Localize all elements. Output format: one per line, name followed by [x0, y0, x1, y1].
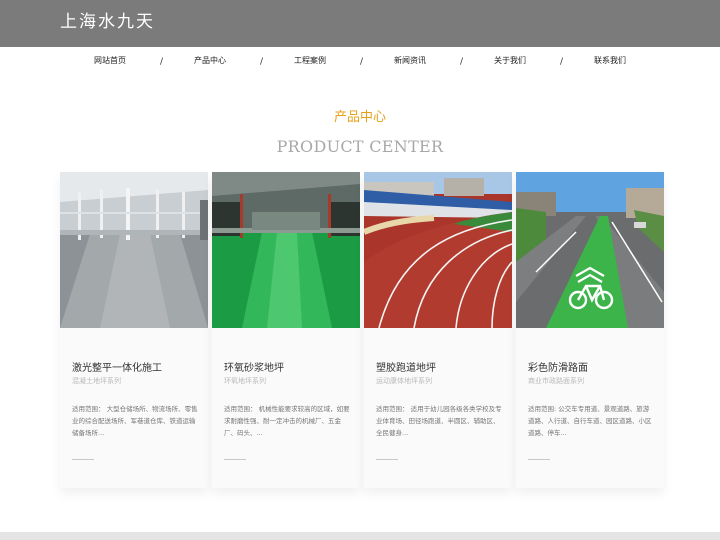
main-nav: 网站首页 / 产品中心 / 工程案例 / 新闻资讯 / 关于我们 / 联系我们: [0, 54, 720, 70]
bike-lane-photo[interactable]: [516, 172, 664, 328]
nav-item-about[interactable]: 关于我们: [460, 54, 560, 68]
product-description: 适用范围： 大型仓储场所、物流场所、零售业的综合配送场所、军巷道仓库、铁道运输储…: [72, 405, 198, 437]
section-title: 产品中心: [333, 110, 386, 125]
product-description: 适用范围: 公交车专用道、景观道路、旅游道路、人行道、自行车道、园区道路、小区道…: [528, 405, 652, 437]
warehouse-floor-photo[interactable]: [60, 172, 208, 328]
product-subtitle: 混凝土地坪系列: [72, 377, 121, 385]
product-subtitle: 环氧地坪系列: [224, 377, 266, 385]
running-track-photo[interactable]: [364, 172, 512, 328]
product-card[interactable]: 彩色防滑路面 商业市政路面系列 适用范围: 公交车专用道、景观道路、旅游道路、人…: [516, 172, 664, 488]
product-subtitle: 商业市政路面系列: [528, 377, 584, 385]
site-logo[interactable]: 上海水九天: [60, 12, 155, 32]
card-divider: [72, 459, 94, 460]
product-title[interactable]: 环氧砂浆地坪: [224, 362, 284, 375]
product-description: 适用范围： 适用于幼儿园各级各类学校及专业体育场、田径场跑道、半圆区、辅助区、全…: [376, 405, 502, 437]
product-subtitle: 运动康体地坪系列: [376, 377, 432, 385]
card-divider: [376, 459, 398, 460]
card-divider: [528, 459, 550, 460]
product-title[interactable]: 彩色防滑路面: [528, 362, 588, 375]
card-divider: [224, 459, 246, 460]
product-title[interactable]: 塑胶跑道地坪: [376, 362, 436, 375]
section-subtitle: PRODUCT CENTER: [276, 137, 444, 156]
nav-item-cases[interactable]: 工程案例: [260, 54, 360, 68]
nav-item-products[interactable]: 产品中心: [160, 54, 260, 68]
product-card[interactable]: 激光整平一体化施工 混凝土地坪系列 适用范围： 大型仓储场所、物流场所、零售业的…: [60, 172, 208, 488]
product-title[interactable]: 激光整平一体化施工: [72, 362, 162, 375]
product-card[interactable]: 塑胶跑道地坪 运动康体地坪系列 适用范围： 适用于幼儿园各级各类学校及专业体育场…: [364, 172, 512, 488]
site-header: 上海水九天: [0, 0, 720, 47]
nav-item-news[interactable]: 新闻资讯: [360, 54, 460, 68]
nav-item-home[interactable]: 网站首页: [60, 54, 160, 68]
green-epoxy-factory-photo[interactable]: [212, 172, 360, 328]
product-description: 适用范围： 机械性能要求较高的区域，如要求耐磨性强、耐一定冲击的机械厂、五金厂、…: [224, 405, 350, 437]
footer-bar: [0, 532, 720, 540]
nav-item-contact[interactable]: 联系我们: [560, 54, 660, 68]
product-card[interactable]: 环氧砂浆地坪 环氧地坪系列 适用范围： 机械性能要求较高的区域，如要求耐磨性强、…: [212, 172, 360, 488]
